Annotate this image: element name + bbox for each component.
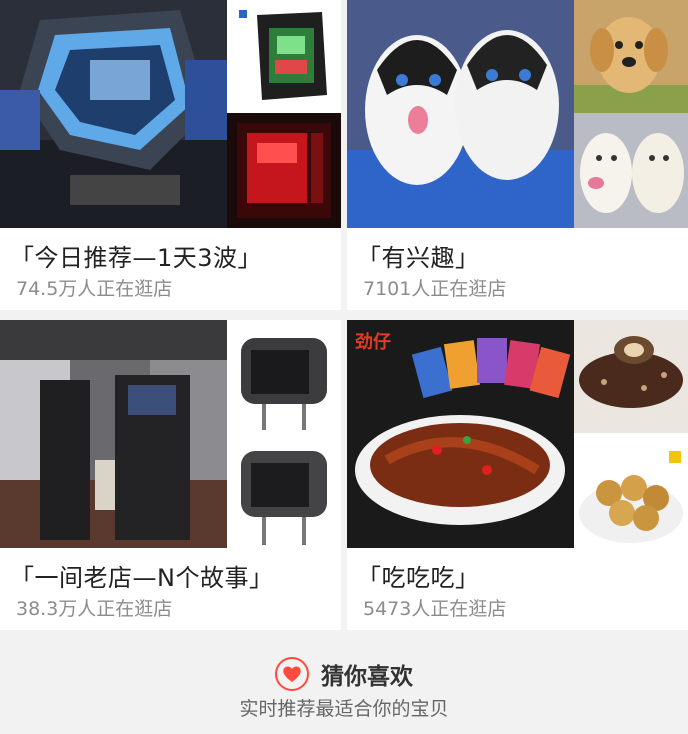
card-visitor-count: 5473人正在逛店 xyxy=(363,598,507,620)
card-title: 「一间老店—N个故事」 xyxy=(10,564,274,592)
product-image-pc-case-rgb[interactable] xyxy=(227,0,341,113)
snack-brand-logo: 劲仔 xyxy=(355,331,391,353)
product-image-car-interior[interactable] xyxy=(0,320,227,548)
card-title: 「有兴趣」 xyxy=(357,244,480,272)
product-image-pc-case-large[interactable] xyxy=(0,0,227,228)
heart-icon xyxy=(275,657,309,691)
product-image-husky-puppies[interactable] xyxy=(347,0,574,228)
product-image-headrest-monitor[interactable] xyxy=(227,320,341,433)
card-title: 「吃吃吃」 xyxy=(357,564,480,592)
guess-you-like-section[interactable]: 猜你喜欢 实时推荐最适合你的宝贝 xyxy=(0,636,688,734)
card-visitor-count: 74.5万人正在逛店 xyxy=(16,278,173,300)
card-interesting[interactable]: 「有兴趣」 7101人正在逛店 xyxy=(347,0,688,310)
guess-you-like-subtitle: 实时推荐最适合你的宝贝 xyxy=(239,698,449,720)
guess-you-like-header: 猜你喜欢 xyxy=(0,654,688,694)
card-visitor-count: 38.3万人正在逛店 xyxy=(16,598,173,620)
product-image-spicy-fish-snack[interactable]: 劲仔 xyxy=(347,320,574,548)
card-image-collage xyxy=(0,0,341,228)
card-image-collage: 劲仔 xyxy=(347,320,688,548)
card-image-collage xyxy=(0,320,341,548)
product-image-pc-case-red[interactable] xyxy=(227,113,341,228)
guess-you-like-title: 猜你喜欢 xyxy=(321,664,413,690)
recommendation-grid: 「今日推荐—1天3波」 74.5万人正在逛店 「有兴趣」 7101人正在逛店 「… xyxy=(0,0,688,636)
card-visitor-count: 7101人正在逛店 xyxy=(363,278,507,300)
product-image-chocolate-roll[interactable] xyxy=(574,320,688,433)
product-image-golden-puppy[interactable] xyxy=(574,0,688,113)
card-image-collage xyxy=(347,0,688,228)
product-image-labrador-puppies[interactable] xyxy=(574,113,688,228)
card-title: 「今日推荐—1天3波」 xyxy=(10,244,263,272)
card-old-shop[interactable]: 「一间老店—N个故事」 38.3万人正在逛店 xyxy=(0,320,341,630)
card-eat[interactable]: 劲仔 「吃吃吃」 5473人正在逛店 xyxy=(347,320,688,630)
product-image-headrest-monitor-2[interactable] xyxy=(227,433,341,548)
product-image-cereal-bites[interactable] xyxy=(574,433,688,548)
card-today-recommend[interactable]: 「今日推荐—1天3波」 74.5万人正在逛店 xyxy=(0,0,341,310)
